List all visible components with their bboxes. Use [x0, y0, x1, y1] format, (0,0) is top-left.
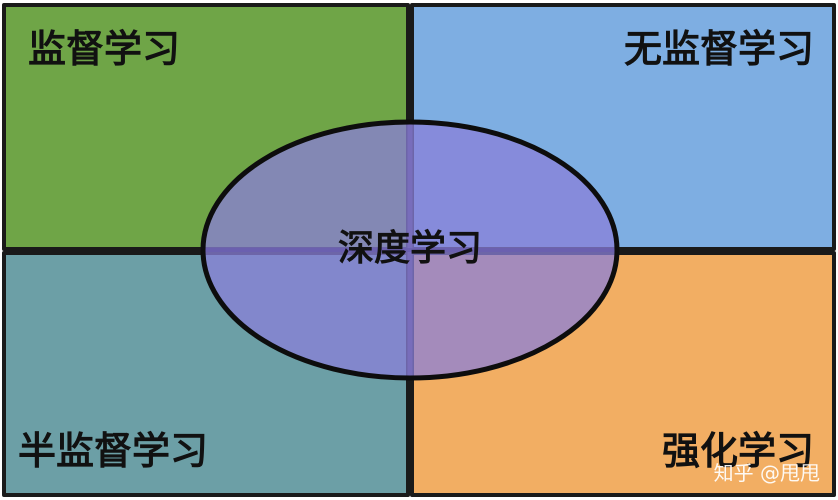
machine-learning-venn-diagram: 监督学习 无监督学习 半监督学习 强化学习 深度学习 知乎 @甩甩	[2, 3, 836, 497]
label-supervised-learning: 监督学习	[28, 27, 180, 71]
watermark-text: 知乎 @甩甩	[714, 461, 820, 485]
label-semi-supervised-learning: 半监督学习	[18, 429, 208, 473]
label-unsupervised-learning: 无监督学习	[624, 27, 814, 71]
label-deep-learning: 深度学习	[338, 227, 482, 269]
